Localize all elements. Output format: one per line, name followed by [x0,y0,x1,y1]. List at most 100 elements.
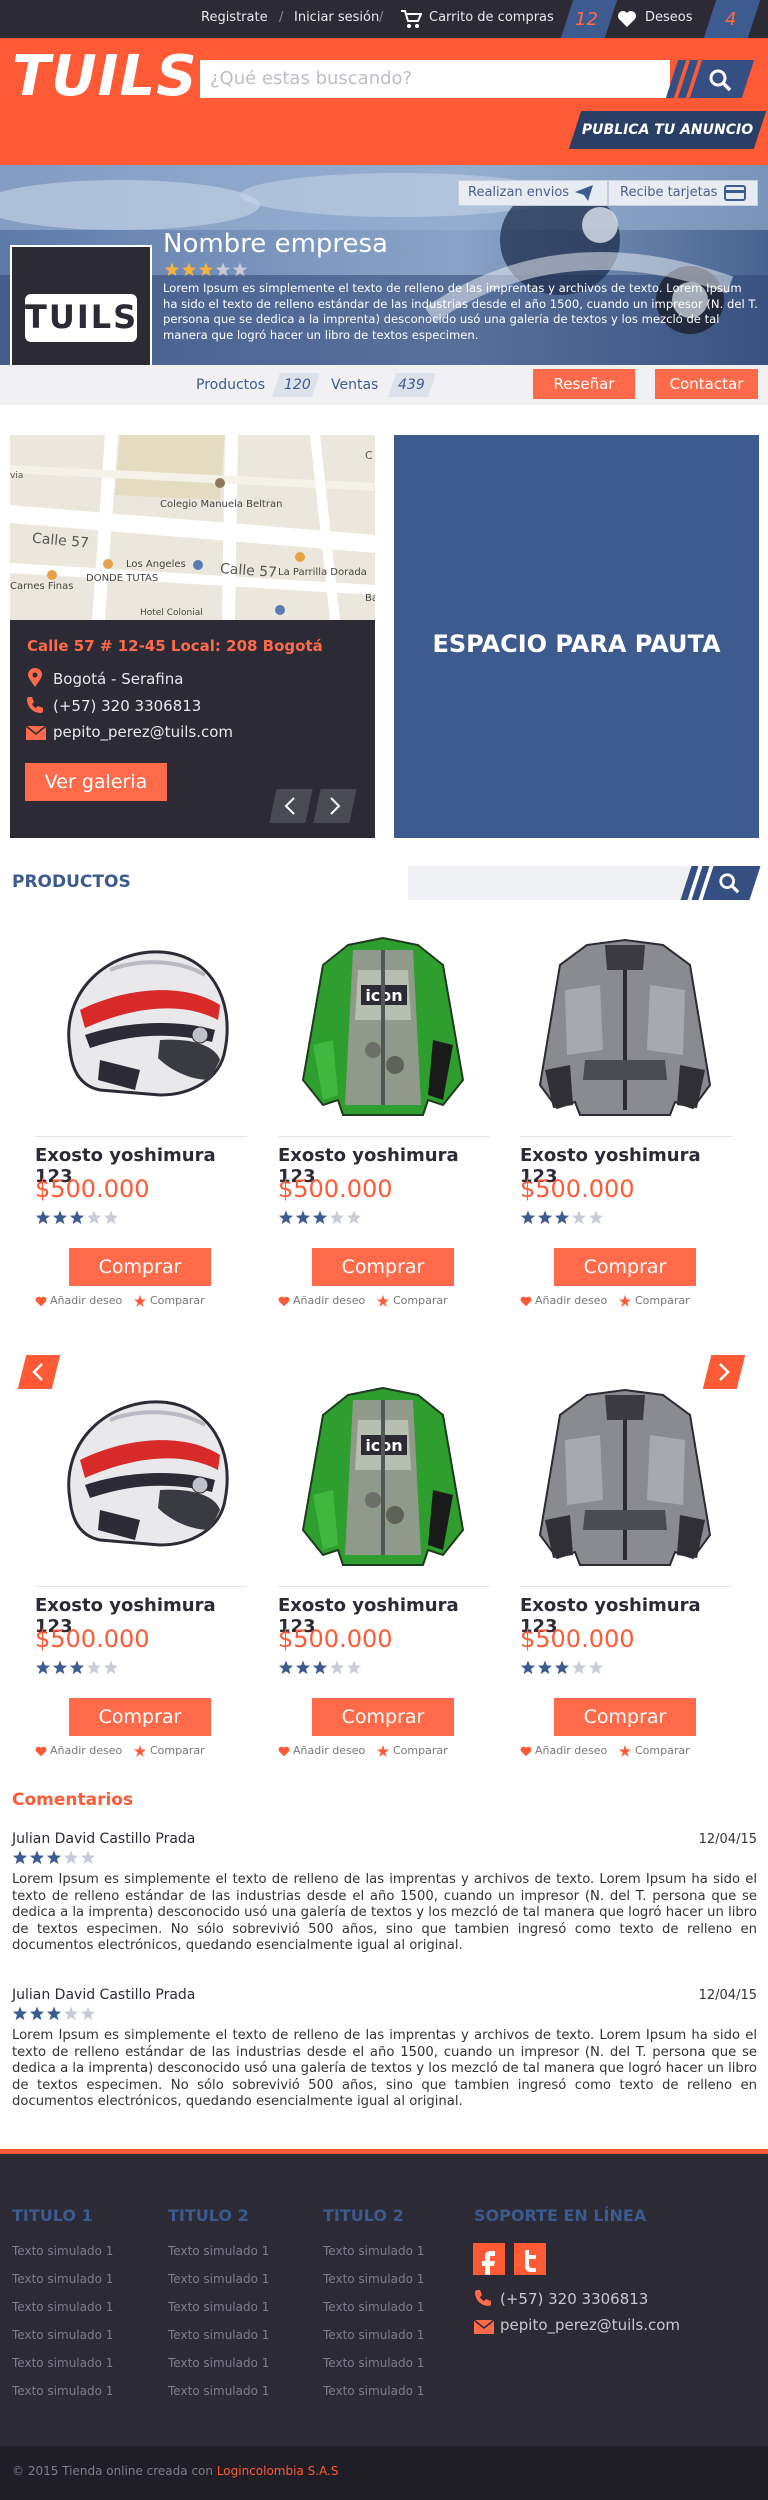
product-image[interactable] [525,1380,725,1570]
product-image[interactable] [525,930,725,1120]
footer-link[interactable]: Texto simulado 1 [323,2300,424,2314]
cart-link[interactable]: Carrito de compras [429,10,554,25]
email-icon [26,726,46,740]
star-filled-icon [278,1660,294,1675]
add-wishlist-link[interactable]: Añadir deseo [293,1744,365,1757]
compare-link[interactable]: Comparar [150,1294,205,1307]
search-icon[interactable] [708,68,732,92]
footer-link[interactable]: Texto simulado 1 [168,2384,269,2398]
product-price: $500.000 [35,1625,150,1653]
map-label: Los Angeles [126,559,186,570]
footer-link[interactable]: Texto simulado 1 [12,2272,113,2286]
store-email[interactable]: pepito_perez@tuils.com [53,723,233,741]
footer-link[interactable]: Texto simulado 1 [323,2272,424,2286]
star-icon[interactable] [377,1745,389,1757]
star-icon[interactable] [134,1295,146,1307]
footer-link[interactable]: Texto simulado 1 [323,2244,424,2258]
product-card[interactable]: Exosto yoshimura 123 $500.000 Comprar Añ… [35,930,247,1310]
search-icon[interactable] [718,872,740,894]
add-wishlist-link[interactable]: Añadir deseo [293,1294,365,1307]
buy-button[interactable]: Comprar [312,1698,454,1736]
footer-link[interactable]: Texto simulado 1 [323,2328,424,2342]
gallery-button[interactable]: Ver galeria [25,763,167,801]
footer-link[interactable]: Texto simulado 1 [168,2328,269,2342]
star-empty-icon [63,1850,79,1865]
register-link[interactable]: Registrate [201,10,268,25]
star-icon[interactable] [134,1745,146,1757]
buy-button[interactable]: Comprar [312,1248,454,1286]
footer-link[interactable]: Texto simulado 1 [168,2272,269,2286]
product-card[interactable]: Exosto yoshimura 123 $500.000 Comprar Añ… [520,930,732,1310]
map-label: Hotel Colonial [140,608,203,618]
location-pin-icon [27,668,43,688]
add-wishlist-link[interactable]: Añadir deseo [535,1294,607,1307]
cards-label: Recibe tarjetas [620,185,718,200]
footer-email[interactable]: pepito_perez@tuils.com [500,2316,680,2334]
star-empty-icon [571,1210,587,1225]
footer-link[interactable]: Texto simulado 1 [12,2300,113,2314]
compare-link[interactable]: Comparar [393,1294,448,1307]
heart-icon[interactable] [35,1296,47,1307]
separator: / [379,10,384,25]
product-card[interactable]: icon Exosto yoshimura 123 $500.000 Compr… [278,1380,490,1760]
footer-link[interactable]: Texto simulado 1 [168,2300,269,2314]
product-price: $500.000 [278,1625,393,1653]
star-filled-icon [12,1850,28,1865]
heart-icon[interactable] [617,10,637,28]
map[interactable]: via C Colegio Manuela Beltran Calle 57 C… [10,435,375,620]
heart-icon[interactable] [520,1296,532,1307]
product-card[interactable]: Exosto yoshimura 123 $500.000 Comprar Añ… [520,1380,732,1760]
twitter-icon[interactable] [514,2243,546,2275]
compare-link[interactable]: Comparar [393,1744,448,1757]
footer-link[interactable]: Texto simulado 1 [168,2244,269,2258]
product-card[interactable]: Exosto yoshimura 123 $500.000 Comprar Añ… [35,1380,247,1760]
store-name: Nombre empresa [163,229,388,259]
star-icon[interactable] [619,1745,631,1757]
comment-author: Julian David Castillo Prada [12,1831,196,1847]
footer-link[interactable]: Texto simulado 1 [12,2328,113,2342]
footer-link[interactable]: Texto simulado 1 [12,2244,113,2258]
footer-link[interactable]: Texto simulado 1 [168,2356,269,2370]
add-wishlist-link[interactable]: Añadir deseo [535,1744,607,1757]
copyright-link[interactable]: Logincolombia S.A.S [217,2464,339,2478]
product-image[interactable] [40,930,240,1120]
cart-count: 12 [575,9,598,30]
heart-icon[interactable] [278,1746,290,1757]
footer-link[interactable]: Texto simulado 1 [323,2356,424,2370]
footer-link[interactable]: Texto simulado 1 [12,2356,113,2370]
footer-link[interactable]: Texto simulado 1 [323,2384,424,2398]
product-rating [278,1210,368,1226]
wishlist-link[interactable]: Deseos [645,10,693,25]
star-filled-icon [537,1210,553,1225]
buy-button[interactable]: Comprar [69,1698,211,1736]
add-wishlist-link[interactable]: Añadir deseo [50,1744,122,1757]
product-image[interactable]: icon [283,1380,483,1570]
heart-icon[interactable] [278,1296,290,1307]
cart-icon[interactable] [400,8,422,30]
login-link[interactable]: Iniciar sesión [294,10,379,25]
buy-button[interactable]: Comprar [554,1698,696,1736]
star-icon[interactable] [619,1295,631,1307]
facebook-icon[interactable] [473,2243,505,2275]
review-button[interactable]: Reseñar [533,369,635,399]
product-image[interactable]: icon [283,930,483,1120]
star-empty-icon [215,262,231,277]
products-search-input[interactable] [408,866,690,900]
compare-link[interactable]: Comparar [635,1294,690,1307]
buy-button[interactable]: Comprar [69,1248,211,1286]
heart-icon[interactable] [35,1746,47,1757]
comment-date: 12/04/15 [698,1988,757,2003]
publish-ad-label: PUBLICA TU ANUNCIO [581,122,754,138]
product-image[interactable] [40,1380,240,1570]
star-empty-icon [329,1210,345,1225]
heart-icon[interactable] [520,1746,532,1757]
contact-button[interactable]: Contactar [655,369,758,399]
compare-link[interactable]: Comparar [150,1744,205,1757]
buy-button[interactable]: Comprar [554,1248,696,1286]
add-wishlist-link[interactable]: Añadir deseo [50,1294,122,1307]
footer-link[interactable]: Texto simulado 1 [12,2384,113,2398]
site-logo[interactable]: TUILS [12,44,198,109]
product-card[interactable]: icon Exosto yoshimura 123 $500.000 Compr… [278,930,490,1310]
star-icon[interactable] [377,1295,389,1307]
compare-link[interactable]: Comparar [635,1744,690,1757]
